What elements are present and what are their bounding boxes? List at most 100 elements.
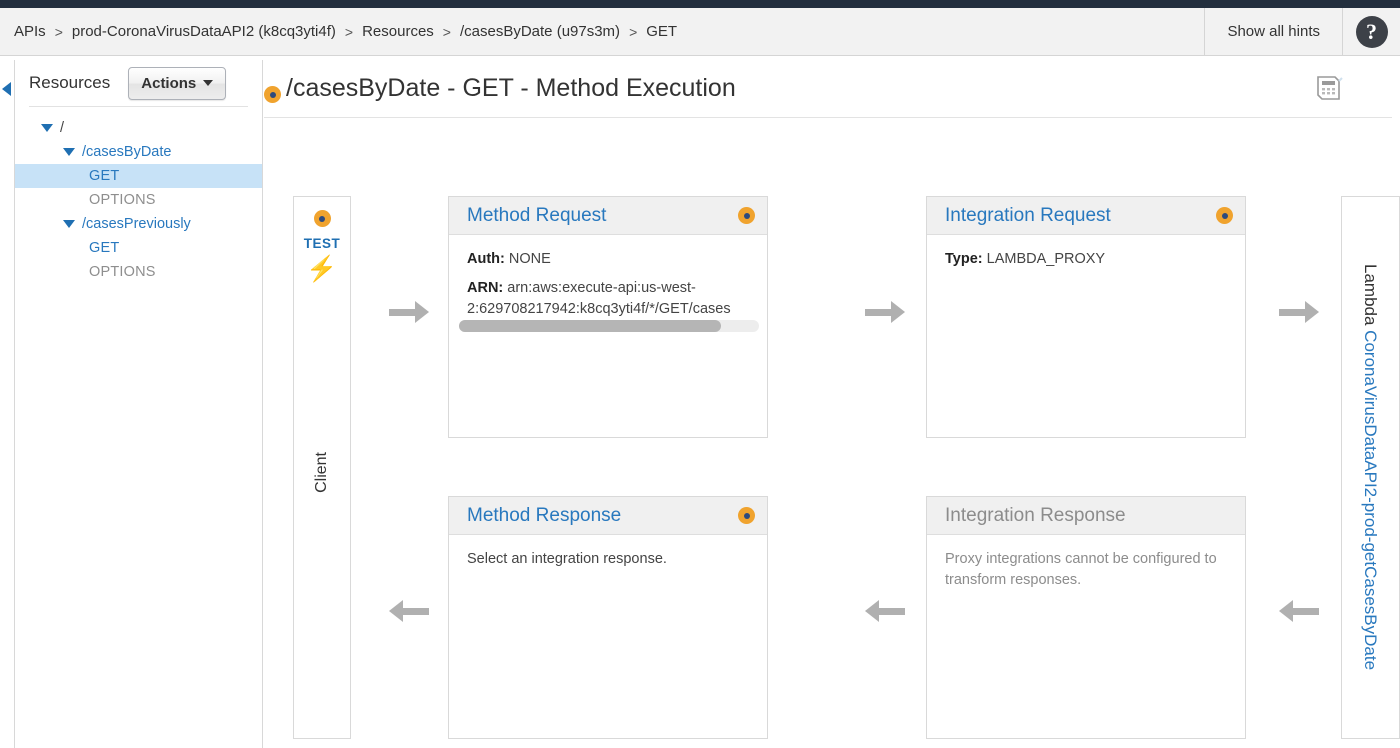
integration-response-title: Integration Response (945, 504, 1126, 526)
breadcrumb-item-method[interactable]: GET (646, 23, 677, 40)
method-request-horizontal-scrollbar[interactable] (459, 320, 759, 333)
scrollbar-thumb[interactable] (459, 320, 721, 333)
arrow-head-left-icon (1279, 600, 1293, 622)
arrow-shaft (1279, 308, 1305, 316)
arrow-lambda-to-integration-response (1279, 600, 1319, 622)
arrow-shaft (1293, 607, 1319, 615)
breadcrumb-actions: Show all hints ? (1204, 8, 1400, 55)
method-request-arn-label: ARN: (467, 280, 504, 297)
show-all-hints-button[interactable]: Show all hints (1204, 8, 1342, 55)
tree-item-label: / (60, 120, 65, 136)
method-request-body: Auth: NONE ARN: arn:aws:execute-api:us-w… (449, 235, 767, 340)
breadcrumb-item-api-name[interactable]: prod-CoronaVirusDataAPI2 (k8cq3yti4f) (72, 23, 336, 40)
method-response-header: Method Response (449, 497, 767, 535)
documentation-book-icon[interactable] (1314, 74, 1344, 102)
integration-request-type-value: LAMBDA_PROXY (986, 251, 1106, 267)
method-request-auth-label: Auth: (467, 251, 505, 267)
breadcrumb: APIs > prod-CoronaVirusDataAPI2 (k8cq3yt… (0, 8, 1204, 55)
method-response-body: Select an integration response. (449, 535, 767, 590)
chevron-down-icon[interactable] (41, 124, 53, 132)
integration-request-card: Integration Request Type: LAMBDA_PROXY (926, 196, 1246, 438)
tree-item-label: /casesPreviously (82, 216, 191, 232)
method-request-arn-value: arn:aws:execute-api:us-west-2:6297082179… (467, 280, 731, 318)
lambda-word: Lambda (1361, 264, 1380, 331)
method-request-arn-row: ARN: arn:aws:execute-api:us-west-2:62970… (467, 278, 749, 320)
client-column: TEST ⚡ Client (293, 196, 351, 739)
integration-request-title[interactable]: Integration Request (945, 205, 1216, 227)
arrow-head-right-icon (891, 301, 905, 323)
arrow-head-right-icon (1305, 301, 1319, 323)
client-vertical-label: Client (313, 452, 330, 493)
chevron-down-icon[interactable] (63, 220, 75, 228)
arrow-head-left-icon (865, 600, 879, 622)
tree-item-casesbydate[interactable]: /casesByDate (15, 140, 262, 164)
integration-response-card: Integration Response Proxy integrations … (926, 496, 1246, 739)
arrow-shaft (389, 308, 415, 316)
hint-dot-icon-method-response[interactable] (738, 507, 755, 524)
integration-response-header: Integration Response (927, 497, 1245, 535)
tree-item-label: GET (89, 168, 120, 184)
breadcrumb-separator: > (54, 23, 63, 40)
collapse-sidebar-handle-icon[interactable] (2, 82, 11, 96)
method-response-card: Method Response Select an integration re… (448, 496, 768, 739)
integration-request-body: Type: LAMBDA_PROXY (927, 235, 1245, 290)
resources-sidebar: Resources Actions / /casesByDate GET OPT… (14, 60, 263, 748)
breadcrumb-item-resources[interactable]: Resources (362, 23, 434, 40)
tree-item-label: GET (89, 240, 120, 256)
method-request-auth-row: Auth: NONE (467, 249, 749, 270)
breadcrumb-separator: > (344, 23, 354, 40)
method-response-text: Select an integration response. (467, 551, 667, 567)
breadcrumb-item-apis[interactable]: APIs (14, 23, 46, 40)
arrow-integration-response-to-method-response (865, 600, 905, 622)
main-content: /casesByDate - GET - Method Execution TE… (264, 60, 1400, 748)
chevron-down-icon (203, 80, 214, 86)
help-button[interactable]: ? (1342, 8, 1400, 55)
actions-button-label: Actions (141, 74, 197, 92)
actions-button[interactable]: Actions (128, 66, 227, 100)
tree-item-casespreviously-get[interactable]: GET (15, 236, 262, 260)
tree-item-label: OPTIONS (89, 264, 156, 280)
integration-request-type-row: Type: LAMBDA_PROXY (945, 249, 1227, 270)
arrow-integration-request-to-lambda (1279, 301, 1319, 323)
arrow-head-left-icon (389, 600, 403, 622)
integration-request-header: Integration Request (927, 197, 1245, 235)
sidebar-header: Resources Actions (15, 60, 262, 106)
arrow-head-right-icon (415, 301, 429, 323)
arrow-shaft (865, 308, 891, 316)
hint-dot-icon-integration-request[interactable] (1216, 207, 1233, 224)
breadcrumb-separator: > (442, 23, 451, 40)
lambda-vertical-label: Lambda CoronaVirusDataAPI2-prod-getCases… (1361, 264, 1380, 671)
tree-item-casespreviously[interactable]: /casesPreviously (15, 212, 262, 236)
arrow-shaft (879, 607, 905, 615)
tree-item-casespreviously-options[interactable]: OPTIONS (15, 260, 262, 284)
tree-item-label: /casesByDate (82, 144, 172, 160)
tree-item-casesbydate-get[interactable]: GET (15, 164, 262, 188)
tree-item-root[interactable]: / (15, 116, 262, 140)
method-request-title[interactable]: Method Request (467, 205, 738, 227)
question-mark-icon: ? (1355, 15, 1388, 48)
method-execution-diagram: TEST ⚡ Client Method Request Auth: NONE … (264, 118, 1400, 748)
method-response-title[interactable]: Method Response (467, 505, 738, 527)
resource-tree: / /casesByDate GET OPTIONS /casesPreviou… (15, 107, 262, 284)
lightning-bolt-icon[interactable]: ⚡ (306, 257, 337, 282)
chevron-down-icon[interactable] (63, 148, 75, 156)
integration-request-type-label: Type: (945, 251, 983, 267)
hint-dot-icon-page-title[interactable] (264, 86, 281, 103)
hint-dot-icon-method-request[interactable] (738, 207, 755, 224)
arrow-method-response-to-client (389, 600, 429, 622)
hint-dot-icon-test[interactable] (313, 210, 331, 227)
lambda-function-link[interactable]: CoronaVirusDataAPI2-prod-getCasesByDate (1361, 331, 1380, 671)
test-label[interactable]: TEST (304, 236, 341, 251)
page-header: /casesByDate - GET - Method Execution (264, 60, 1392, 118)
tree-item-casesbydate-options[interactable]: OPTIONS (15, 188, 262, 212)
tree-item-label: OPTIONS (89, 192, 156, 208)
top-navy-strip (0, 0, 1400, 8)
method-request-header: Method Request (449, 197, 767, 235)
method-request-card: Method Request Auth: NONE ARN: arn:aws:e… (448, 196, 768, 438)
arrow-method-request-to-integration-request (865, 301, 905, 323)
breadcrumb-separator: > (629, 23, 638, 40)
arrow-client-to-method-request (389, 301, 429, 323)
page-title: /casesByDate - GET - Method Execution (286, 74, 736, 102)
breadcrumb-item-resource-path[interactable]: /casesByDate (u97s3m) (460, 23, 620, 40)
integration-response-text: Proxy integrations cannot be configured … (945, 551, 1217, 589)
